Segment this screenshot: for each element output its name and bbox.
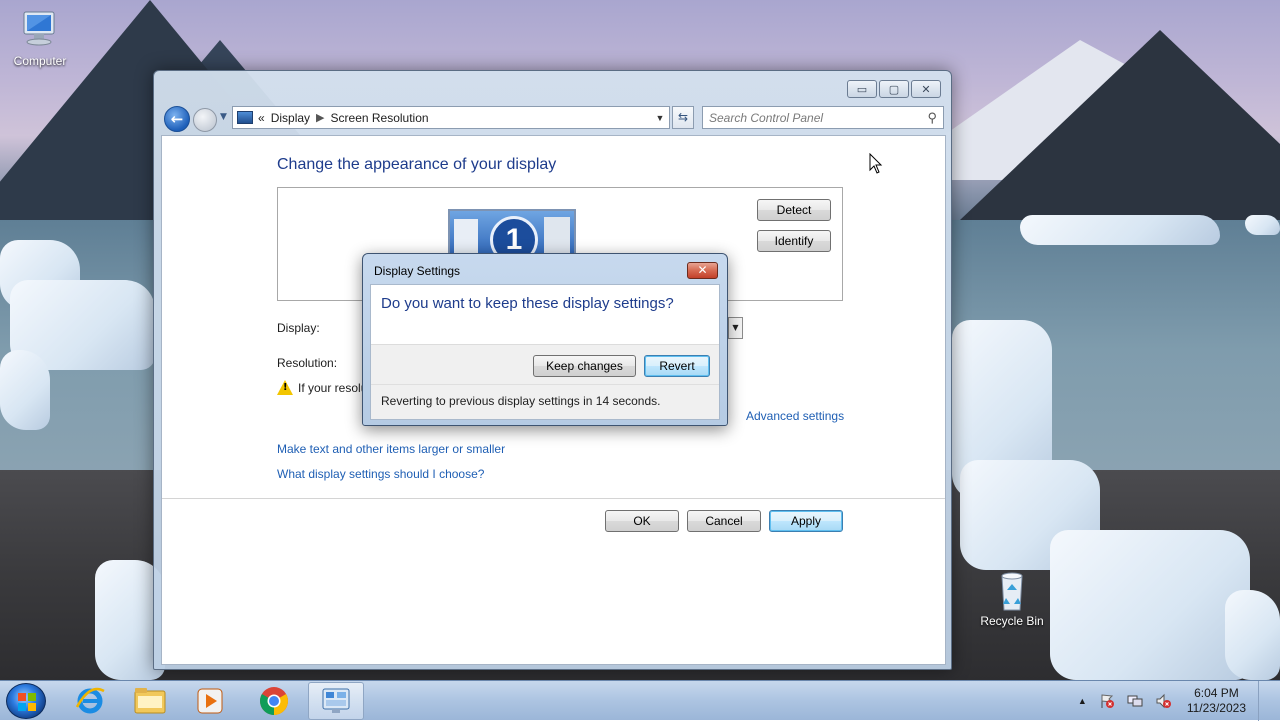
media-player-icon — [197, 688, 223, 714]
taskbar-internet-explorer[interactable] — [62, 682, 118, 720]
dialog-title: Display Settings — [374, 264, 461, 278]
minimize-button[interactable]: ▭ — [847, 80, 877, 98]
breadcrumb-screen-resolution[interactable]: Screen Resolution — [331, 111, 429, 125]
display-settings-help-link[interactable]: What display settings should I choose? — [277, 467, 484, 481]
back-arrow-icon[interactable]: ← — [164, 106, 190, 132]
identify-button[interactable]: Identify — [757, 230, 831, 252]
taskbar: ▲ 6:04 PM 11/23/2023 — [0, 680, 1280, 721]
desktop-icon-computer[interactable]: Computer — [0, 10, 80, 68]
breadcrumb-display[interactable]: Display — [271, 111, 310, 125]
advanced-settings-link[interactable]: Advanced settings — [746, 409, 844, 423]
page-title: Change the appearance of your display — [277, 156, 557, 173]
wallpaper-mountain — [960, 30, 1280, 220]
ok-button[interactable]: OK — [605, 510, 679, 532]
monitor-window-graphic — [544, 217, 570, 255]
divider — [162, 498, 945, 499]
monitor-1-thumbnail[interactable]: 1 — [448, 209, 576, 259]
taskbar-control-panel[interactable] — [308, 682, 364, 720]
address-dropdown-icon[interactable]: ▼ — [651, 113, 669, 123]
mouse-cursor-icon — [869, 153, 883, 174]
wallpaper-ice — [1050, 530, 1250, 680]
monitor-window-graphic — [454, 219, 478, 253]
window-controls: ▭ ▢ ✕ — [847, 80, 941, 98]
breadcrumb-separator-icon[interactable]: ▶ — [316, 111, 324, 124]
taskbar-chrome[interactable] — [246, 682, 302, 720]
warning-text: If your resolu — [298, 381, 368, 395]
dialog-close-button[interactable]: ✕ — [687, 262, 718, 279]
close-button[interactable]: ✕ — [911, 80, 941, 98]
search-icon[interactable]: ⚲ — [927, 110, 937, 126]
volume-muted-icon[interactable] — [1155, 693, 1171, 709]
internet-explorer-icon — [75, 687, 105, 714]
revert-countdown-text: Reverting to previous display settings i… — [381, 394, 661, 408]
resolution-label: Resolution: — [277, 356, 338, 370]
computer-icon — [18, 10, 62, 50]
display-dropdown-arrow[interactable]: ▼ — [728, 317, 743, 339]
apply-button[interactable]: Apply — [769, 510, 843, 532]
wallpaper-ice — [1245, 215, 1280, 235]
desktop-icon-recycle-bin[interactable]: Recycle Bin — [972, 570, 1052, 628]
control-panel-icon — [237, 111, 253, 124]
keep-changes-button[interactable]: Keep changes — [533, 355, 636, 377]
desktop-icon-label: Computer — [13, 54, 67, 68]
recycle-bin-icon — [990, 570, 1034, 611]
dialog-button-bar: Keep changes Revert — [371, 344, 719, 384]
clock-date: 11/23/2023 — [1186, 701, 1246, 715]
wallpaper-ice — [1225, 590, 1280, 680]
dialog-status-bar: Reverting to previous display settings i… — [371, 384, 719, 419]
display-settings-dialog: Display Settings ✕ Do you want to keep t… — [362, 253, 728, 426]
clock-time: 6:04 PM — [1194, 686, 1239, 700]
search-input[interactable]: Search Control Panel ⚲ — [702, 106, 944, 129]
cancel-button[interactable]: Cancel — [687, 510, 761, 532]
action-center-flag-icon[interactable] — [1099, 693, 1115, 709]
taskbar-media-player[interactable] — [182, 682, 238, 720]
dialog-body: Do you want to keep these display settin… — [370, 284, 720, 420]
taskbar-file-explorer[interactable] — [122, 682, 178, 720]
warning-icon — [277, 380, 293, 395]
network-icon[interactable] — [1127, 693, 1143, 709]
wallpaper-ice — [1020, 215, 1220, 245]
revert-button[interactable]: Revert — [644, 355, 710, 377]
maximize-button[interactable]: ▢ — [879, 80, 909, 98]
detect-button[interactable]: Detect — [757, 199, 831, 221]
control-panel-icon — [322, 688, 350, 713]
refresh-button[interactable]: ⇆ — [672, 106, 694, 129]
chrome-icon — [260, 687, 288, 715]
text-size-link[interactable]: Make text and other items larger or smal… — [277, 442, 505, 456]
system-tray: ▲ 6:04 PM 11/23/2023 — [1078, 681, 1268, 721]
windows-logo-icon — [18, 693, 36, 711]
wallpaper-ice — [0, 350, 50, 430]
navigation-bar: ← ▼ « Display ▶ Screen Resolution ▼ ⇆ Se… — [162, 104, 945, 134]
clock[interactable]: 6:04 PM 11/23/2023 — [1187, 686, 1246, 716]
address-bar[interactable]: « Display ▶ Screen Resolution ▼ — [232, 106, 670, 129]
recent-pages-dropdown[interactable]: ▼ — [220, 112, 227, 122]
dialog-question: Do you want to keep these display settin… — [381, 295, 674, 312]
folder-icon — [134, 688, 166, 714]
display-label: Display: — [277, 321, 320, 335]
show-hidden-icons-icon[interactable]: ▲ — [1078, 696, 1087, 706]
breadcrumb-prefix[interactable]: « — [258, 111, 265, 125]
start-button[interactable] — [6, 683, 46, 719]
desktop-icon-label: Recycle Bin — [980, 614, 1044, 628]
search-placeholder: Search Control Panel — [709, 110, 824, 125]
forward-arrow-icon[interactable] — [193, 108, 217, 132]
show-desktop-button[interactable] — [1258, 681, 1268, 721]
